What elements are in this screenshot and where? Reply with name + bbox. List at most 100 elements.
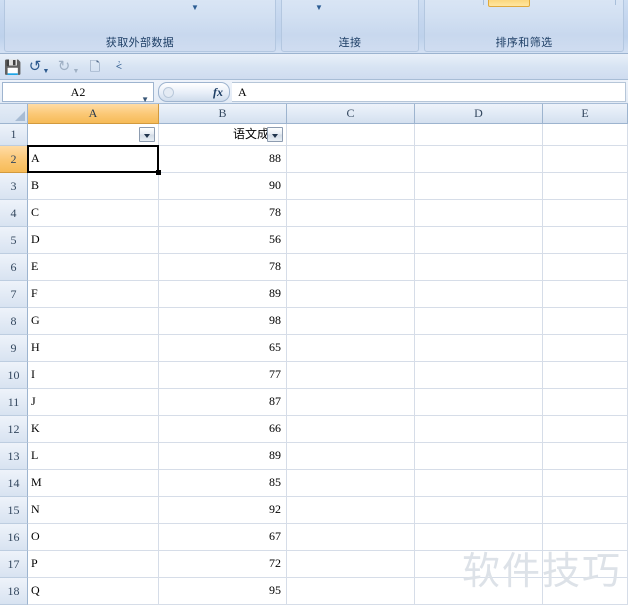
cell-C15[interactable] xyxy=(287,497,415,524)
cancel-enter-icon[interactable] xyxy=(163,87,174,98)
row-header-17[interactable]: 17 xyxy=(0,551,28,578)
row-header-7[interactable]: 7 xyxy=(0,281,28,308)
row-header-16[interactable]: 16 xyxy=(0,524,28,551)
name-box[interactable]: A2 ▼ xyxy=(2,82,154,104)
filter-toggle-button[interactable] xyxy=(488,0,530,7)
sort-descending-icon[interactable]: Z A ↓ xyxy=(433,0,455,1)
cell-D2[interactable] xyxy=(415,146,543,173)
cell-C1[interactable] xyxy=(287,124,415,146)
cell-D7[interactable] xyxy=(415,281,543,308)
cell-C4[interactable] xyxy=(287,200,415,227)
row-header-15[interactable]: 15 xyxy=(0,497,28,524)
customize-toolbar-chevron-icon[interactable]: ⩻ xyxy=(110,58,128,76)
column-header-e[interactable]: E xyxy=(543,104,628,124)
row-header-12[interactable]: 12 xyxy=(0,416,28,443)
row-header-9[interactable]: 9 xyxy=(0,335,28,362)
save-icon[interactable]: 💾 xyxy=(4,58,22,76)
cell-B16[interactable]: 67 xyxy=(159,524,287,551)
cell-C13[interactable] xyxy=(287,443,415,470)
redo-dropdown-chevron-icon[interactable]: ▼ xyxy=(72,63,80,81)
row-header-8[interactable]: 8 xyxy=(0,308,28,335)
cell-E1[interactable] xyxy=(543,124,628,146)
row-header-5[interactable]: 5 xyxy=(0,227,28,254)
row-header-11[interactable]: 11 xyxy=(0,389,28,416)
cell-E7[interactable] xyxy=(543,281,628,308)
cell-A12[interactable]: K xyxy=(28,416,159,443)
row-header-4[interactable]: 4 xyxy=(0,200,28,227)
insert-function-icon[interactable]: fx xyxy=(213,85,223,100)
cell-A13[interactable]: L xyxy=(28,443,159,470)
cell-D3[interactable] xyxy=(415,173,543,200)
cell-A14[interactable]: M xyxy=(28,470,159,497)
cell-E5[interactable] xyxy=(543,227,628,254)
column-header-b[interactable]: B xyxy=(159,104,287,124)
cell-B10[interactable]: 77 xyxy=(159,362,287,389)
cell-C17[interactable] xyxy=(287,551,415,578)
cell-E6[interactable] xyxy=(543,254,628,281)
cell-E2[interactable] xyxy=(543,146,628,173)
cell-D6[interactable] xyxy=(415,254,543,281)
cell-B2[interactable]: 88 xyxy=(159,146,287,173)
cell-E10[interactable] xyxy=(543,362,628,389)
cell-A2[interactable]: A xyxy=(28,146,159,173)
cell-B14[interactable]: 85 xyxy=(159,470,287,497)
cell-B6[interactable]: 78 xyxy=(159,254,287,281)
cell-C2[interactable] xyxy=(287,146,415,173)
row-header-18[interactable]: 18 xyxy=(0,578,28,605)
cell-C16[interactable] xyxy=(287,524,415,551)
cell-A15[interactable]: N xyxy=(28,497,159,524)
chevron-down-icon[interactable]: ▼ xyxy=(315,4,323,12)
row-header-1[interactable]: 1 xyxy=(0,124,28,146)
cell-B5[interactable]: 56 xyxy=(159,227,287,254)
cell-E18[interactable] xyxy=(543,578,628,605)
chevron-down-icon[interactable]: ▼ xyxy=(191,4,199,12)
row-header-13[interactable]: 13 xyxy=(0,443,28,470)
cell-B15[interactable]: 92 xyxy=(159,497,287,524)
cell-D8[interactable] xyxy=(415,308,543,335)
cell-D18[interactable] xyxy=(415,578,543,605)
cell-E12[interactable] xyxy=(543,416,628,443)
cell-E13[interactable] xyxy=(543,443,628,470)
cell-D12[interactable] xyxy=(415,416,543,443)
cell-C3[interactable] xyxy=(287,173,415,200)
cell-A8[interactable]: G xyxy=(28,308,159,335)
row-header-6[interactable]: 6 xyxy=(0,254,28,281)
cell-D11[interactable] xyxy=(415,389,543,416)
cell-D9[interactable] xyxy=(415,335,543,362)
cell-C12[interactable] xyxy=(287,416,415,443)
cell-A5[interactable]: D xyxy=(28,227,159,254)
cell-E4[interactable] xyxy=(543,200,628,227)
cell-C7[interactable] xyxy=(287,281,415,308)
cell-C10[interactable] xyxy=(287,362,415,389)
cell-A17[interactable]: P xyxy=(28,551,159,578)
cell-D15[interactable] xyxy=(415,497,543,524)
cell-C5[interactable] xyxy=(287,227,415,254)
cell-B3[interactable]: 90 xyxy=(159,173,287,200)
redo-icon[interactable]: ↻ xyxy=(55,58,73,76)
fill-handle[interactable] xyxy=(156,170,161,175)
cell-A18[interactable]: Q xyxy=(28,578,159,605)
formula-bar-buttons[interactable]: fx xyxy=(158,82,230,102)
row-header-2[interactable]: 2 xyxy=(0,146,28,173)
cell-A3[interactable]: B xyxy=(28,173,159,200)
cell-D1[interactable] xyxy=(415,124,543,146)
new-document-icon[interactable]: 🗋 xyxy=(86,58,104,76)
cell-B11[interactable]: 87 xyxy=(159,389,287,416)
cell-C8[interactable] xyxy=(287,308,415,335)
autofilter-dropdown-b[interactable] xyxy=(267,127,283,142)
cell-E9[interactable] xyxy=(543,335,628,362)
cell-E11[interactable] xyxy=(543,389,628,416)
cell-B13[interactable]: 89 xyxy=(159,443,287,470)
cell-E16[interactable] xyxy=(543,524,628,551)
cell-D4[interactable] xyxy=(415,200,543,227)
cell-C6[interactable] xyxy=(287,254,415,281)
cell-E14[interactable] xyxy=(543,470,628,497)
cell-A9[interactable]: H xyxy=(28,335,159,362)
cell-A7[interactable]: F xyxy=(28,281,159,308)
cell-B7[interactable]: 89 xyxy=(159,281,287,308)
cell-B18[interactable]: 95 xyxy=(159,578,287,605)
row-header-10[interactable]: 10 xyxy=(0,362,28,389)
row-header-3[interactable]: 3 xyxy=(0,173,28,200)
cell-D13[interactable] xyxy=(415,443,543,470)
cell-E3[interactable] xyxy=(543,173,628,200)
